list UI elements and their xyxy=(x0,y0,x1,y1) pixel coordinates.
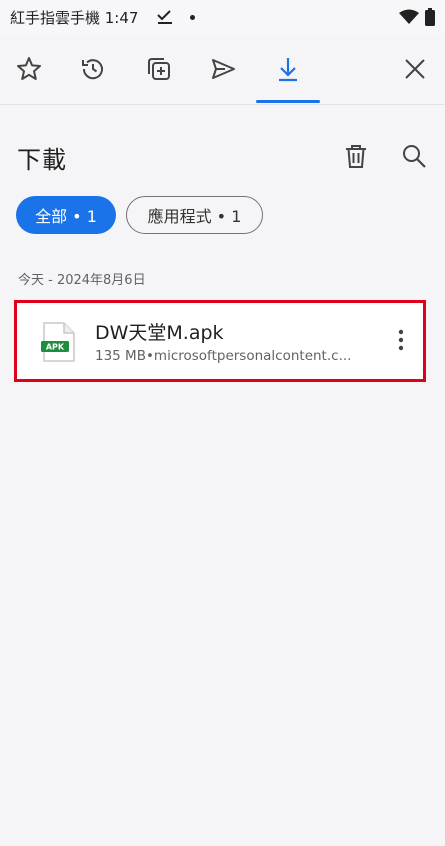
tab-bookmarks[interactable] xyxy=(12,52,46,86)
check-download-icon xyxy=(157,10,173,24)
dot-icon xyxy=(190,14,196,20)
status-right xyxy=(399,8,435,26)
toolbar-divider xyxy=(0,104,445,105)
search-button[interactable] xyxy=(398,140,430,172)
add-tab-icon xyxy=(148,58,170,80)
status-left: 紅手指雲手機 1:47 xyxy=(10,7,196,28)
trash-icon xyxy=(346,145,366,168)
download-icon xyxy=(279,58,297,82)
send-icon xyxy=(212,59,235,79)
page-title: 下載 xyxy=(17,146,67,174)
battery-icon xyxy=(425,8,435,26)
file-meta: 135 MB•microsoftpersonalcontent.c... xyxy=(95,348,352,364)
close-button[interactable] xyxy=(398,52,432,86)
filter-chip-apps[interactable]: 應用程式 • 1 xyxy=(126,196,263,234)
active-tab-indicator xyxy=(256,100,320,103)
status-bar: 紅手指雲手機 1:47 xyxy=(0,0,445,34)
apk-label: APK xyxy=(46,343,65,352)
tab-downloads[interactable] xyxy=(271,52,305,86)
tab-tabs[interactable] xyxy=(142,52,176,86)
search-icon xyxy=(403,145,426,168)
more-options-button[interactable] xyxy=(387,325,415,355)
close-icon xyxy=(405,59,425,79)
toolbar xyxy=(0,34,445,104)
download-item[interactable]: APK DW天堂M.apk 135 MB•microsoftpersonalco… xyxy=(14,300,426,382)
history-icon xyxy=(82,59,103,80)
apk-file-icon: APK xyxy=(41,322,75,362)
star-icon xyxy=(17,57,41,80)
delete-button[interactable] xyxy=(340,140,372,172)
tab-send[interactable] xyxy=(206,52,240,86)
wifi-icon xyxy=(399,9,419,24)
status-time: 紅手指雲手機 1:47 xyxy=(10,8,139,27)
tab-history[interactable] xyxy=(76,52,110,86)
file-name: DW天堂M.apk xyxy=(95,322,224,344)
date-header: 今天 - 2024年8月6日 xyxy=(18,273,146,288)
filter-chip-all[interactable]: 全部 • 1 xyxy=(16,196,116,234)
more-vert-icon xyxy=(398,329,404,351)
